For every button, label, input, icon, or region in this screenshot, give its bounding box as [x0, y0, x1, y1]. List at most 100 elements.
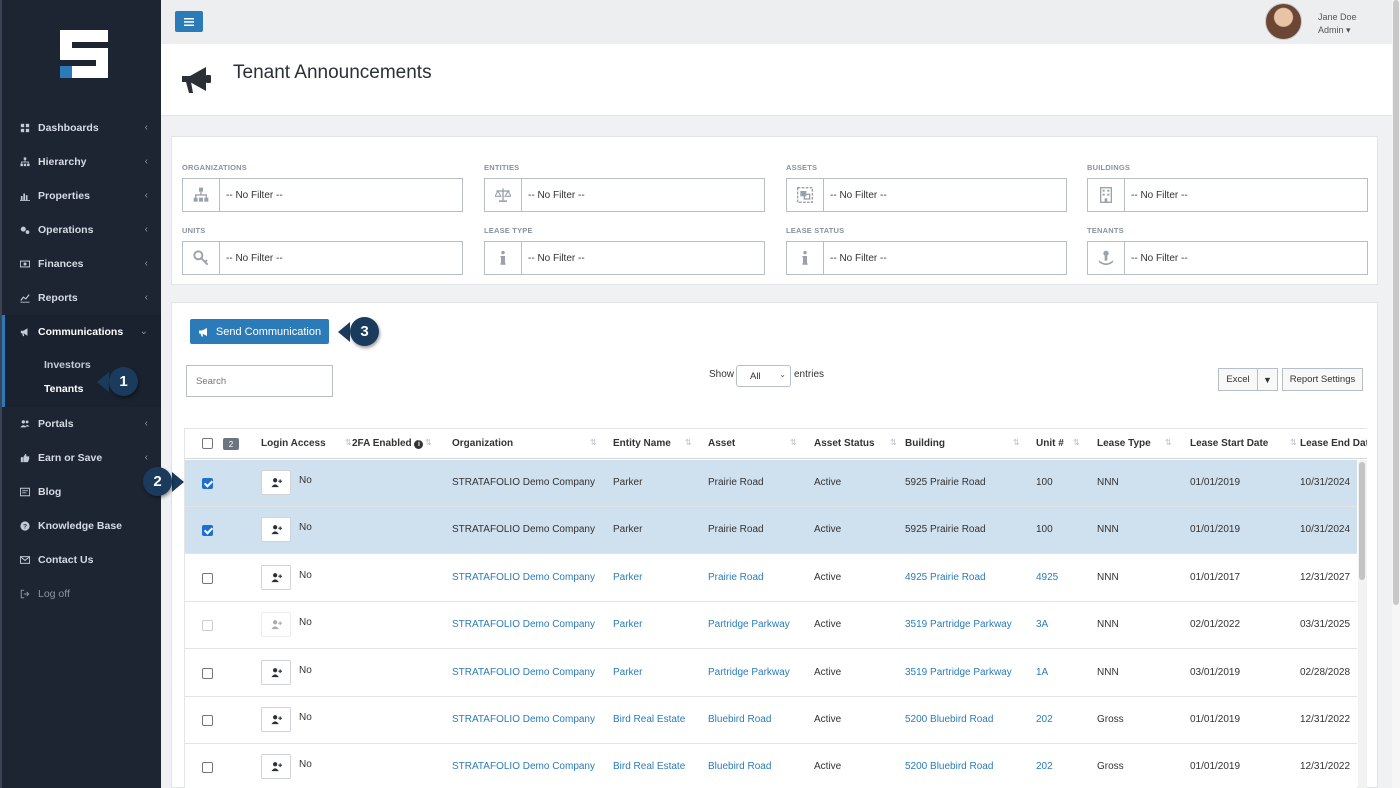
cell-org[interactable]: STRATAFOLIO Demo Company [452, 761, 595, 772]
column-header-organization[interactable]: Organization [452, 438, 513, 449]
column-header-asset[interactable]: Asset [708, 438, 735, 449]
sort-icon[interactable]: ⇅ [1290, 438, 1297, 447]
row-select-checkbox[interactable] [202, 715, 213, 726]
send-communication-button[interactable]: Send Communication [190, 319, 329, 344]
sort-icon[interactable]: ⇅ [1073, 438, 1080, 447]
entries-select[interactable]: All ⌄ [736, 365, 791, 387]
cell-unit[interactable]: 4925 [1036, 572, 1058, 583]
sidebar-item-earn-or-save[interactable]: Earn or Save ‹ [2, 441, 161, 475]
sort-icon[interactable]: ⇅ [425, 438, 432, 447]
cell-building[interactable]: 4925 Prairie Road [905, 572, 986, 583]
menu-toggle-button[interactable] [175, 11, 203, 32]
column-header-lease-start-date[interactable]: Lease Start Date [1190, 438, 1268, 449]
sidebar-item-properties[interactable]: Properties ‹ [2, 179, 161, 213]
sort-icon[interactable]: ⇅ [345, 438, 352, 447]
cell-asset[interactable]: Partridge Parkway [708, 619, 790, 630]
grant-login-button[interactable] [261, 707, 291, 732]
cell-org[interactable]: STRATAFOLIO Demo Company [452, 714, 595, 725]
sidebar-item-communications[interactable]: Communications ⌄ [2, 315, 161, 349]
filter-units-select[interactable]: -- No Filter -- [182, 241, 463, 275]
column-header-2fa-enabled[interactable]: 2FA Enabled i [352, 438, 424, 449]
cell-building[interactable]: 3519 Partridge Parkway [905, 619, 1012, 630]
cell-entity[interactable]: Parker [613, 572, 642, 583]
avatar[interactable] [1265, 3, 1302, 40]
cell-org[interactable]: STRATAFOLIO Demo Company [452, 619, 595, 630]
sidebar-item-blog[interactable]: Blog [2, 475, 161, 509]
sort-icon[interactable]: ⇅ [790, 438, 797, 447]
sort-icon[interactable]: ⇅ [685, 438, 692, 447]
row-select-checkbox[interactable] [202, 762, 213, 774]
column-header-lease-end-dat[interactable]: Lease End Dat [1300, 438, 1367, 449]
row-select-checkbox[interactable] [202, 667, 213, 679]
sidebar-item-reports[interactable]: Reports ‹ [2, 281, 161, 315]
filter-tenants-select[interactable]: -- No Filter -- [1087, 241, 1368, 275]
sort-icon[interactable]: ⇅ [1165, 438, 1172, 447]
table-row[interactable]: No STRATAFOLIO Demo Company Bird Real Esta… [185, 697, 1357, 744]
sidebar-item-dashboards[interactable]: Dashboards ‹ [2, 111, 161, 145]
cell-asset[interactable]: Bluebird Road [708, 714, 771, 725]
sidebar-item-finances[interactable]: Finances ‹ [2, 247, 161, 281]
sort-icon[interactable]: ⇅ [890, 438, 897, 447]
table-scrollbar[interactable] [1358, 460, 1367, 788]
sidebar-item-portals[interactable]: Portals ‹ [2, 407, 161, 441]
filter-buildings-select[interactable]: -- No Filter -- [1087, 178, 1368, 212]
filter-organizations-select[interactable]: -- No Filter -- [182, 178, 463, 212]
report-settings-button[interactable]: Report Settings [1282, 368, 1363, 391]
filter-lease-status-select[interactable]: -- No Filter -- [786, 241, 1067, 275]
filter-lease-type-select[interactable]: -- No Filter -- [484, 241, 765, 275]
cell-unit[interactable]: 3A [1036, 619, 1048, 630]
row-select-checkbox[interactable] [202, 525, 213, 537]
search-input[interactable] [186, 365, 333, 397]
column-header-login-access[interactable]: Login Access [261, 438, 326, 449]
column-header-building[interactable]: Building [905, 438, 945, 449]
grant-login-button[interactable] [261, 754, 291, 780]
column-header-asset-status[interactable]: Asset Status [814, 438, 875, 449]
sort-icon[interactable]: ⇅ [590, 438, 597, 447]
page-scrollbar[interactable] [1392, 0, 1400, 788]
sidebar-item-contact-us[interactable]: Contact Us [2, 543, 161, 577]
cell-org[interactable]: STRATAFOLIO Demo Company [452, 572, 595, 583]
filter-entities-select[interactable]: -- No Filter -- [484, 178, 765, 212]
sidebar-item-hierarchy[interactable]: Hierarchy ‹ [2, 145, 161, 179]
cell-building[interactable]: 5200 Bluebird Road [905, 761, 993, 772]
table-row[interactable]: No STRATAFOLIO Demo Company Parker Prairie … [185, 554, 1357, 602]
table-row[interactable]: No STRATAFOLIO Demo Company Parker Partridg… [185, 602, 1357, 650]
table-row[interactable]: No STRATAFOLIO Demo Company Parker Prairie … [185, 460, 1357, 507]
cell-entity[interactable]: Parker [613, 619, 642, 630]
cell-entity[interactable]: Parker [613, 667, 642, 678]
grant-login-button[interactable] [261, 564, 291, 590]
filter-assets-select[interactable]: -- No Filter -- [786, 178, 1067, 212]
grant-login-button[interactable] [261, 470, 291, 495]
table-row[interactable]: No STRATAFOLIO Demo Company Bird Real Esta… [185, 744, 1357, 788]
sidebar-item-knowledge-base[interactable]: ? Knowledge Base [2, 509, 161, 543]
cell-entity[interactable]: Bird Real Estate [613, 761, 685, 772]
grant-login-button[interactable] [261, 517, 291, 543]
sort-icon[interactable]: ⇅ [1013, 438, 1020, 447]
cell-unit[interactable]: 1A [1036, 667, 1048, 678]
column-header-unit-[interactable]: Unit # [1036, 438, 1064, 449]
table-row[interactable]: No STRATAFOLIO Demo Company Parker Partridg… [185, 649, 1357, 697]
sidebar-item-log-off[interactable]: Log off [2, 577, 161, 611]
column-header-entity-name[interactable]: Entity Name [613, 438, 671, 449]
row-select-checkbox[interactable] [202, 478, 213, 489]
cell-unit[interactable]: 202 [1036, 761, 1053, 772]
row-select-checkbox[interactable] [202, 572, 213, 584]
cell-unit[interactable]: 202 [1036, 714, 1053, 725]
excel-button[interactable]: Excel [1218, 368, 1258, 391]
cell-asset[interactable]: Partridge Parkway [708, 667, 790, 678]
cell-asset[interactable]: Prairie Road [708, 572, 764, 583]
select-all-checkbox[interactable] [202, 438, 213, 449]
user-role-dropdown[interactable]: Admin ▾ [1318, 25, 1351, 36]
cell-building[interactable]: 3519 Partridge Parkway [905, 667, 1012, 678]
cell-entity[interactable]: Bird Real Estate [613, 714, 685, 725]
sidebar-item-operations[interactable]: Operations ‹ [2, 213, 161, 247]
cell-building[interactable]: 5200 Bluebird Road [905, 714, 993, 725]
cell-org[interactable]: STRATAFOLIO Demo Company [452, 667, 595, 678]
cell-asset[interactable]: Bluebird Road [708, 761, 771, 772]
grant-login-button[interactable] [261, 659, 291, 685]
column-header-lease-type[interactable]: Lease Type [1097, 438, 1151, 449]
stratafolio-logo-icon[interactable] [58, 28, 110, 80]
excel-dropdown-button[interactable]: ▼ [1257, 368, 1278, 391]
table-row[interactable]: No STRATAFOLIO Demo Company Parker Prairie … [185, 507, 1357, 555]
user-name[interactable]: Jane Doe [1318, 12, 1357, 22]
